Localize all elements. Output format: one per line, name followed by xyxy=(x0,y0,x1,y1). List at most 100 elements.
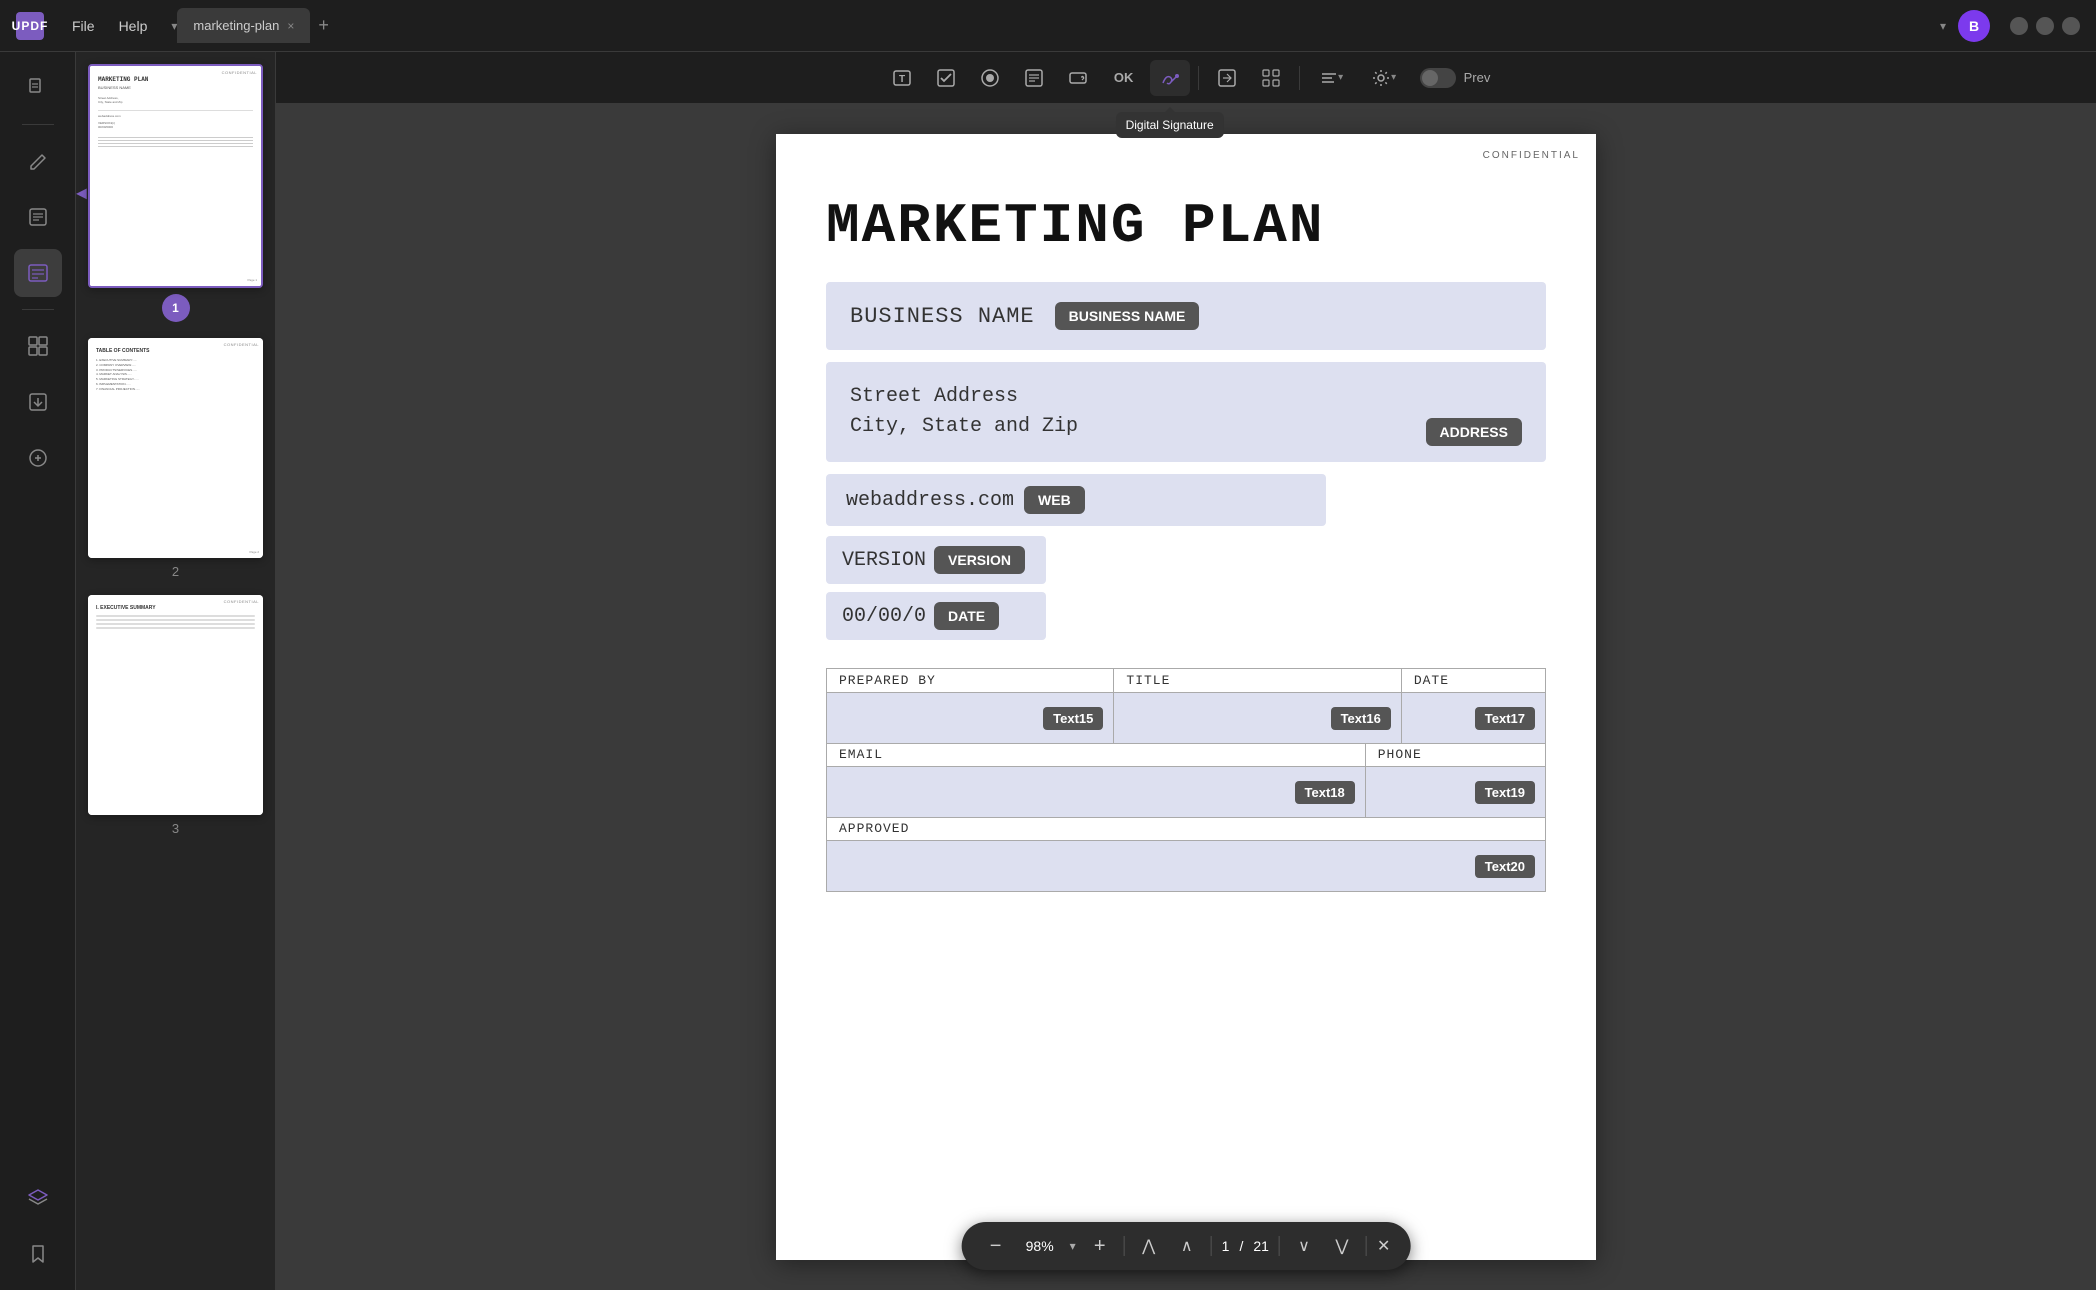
thumbnail-page-2[interactable]: CONFIDENTIAL TABLE OF CONTENTS 1. EXECUT… xyxy=(84,338,267,579)
zoom-out-button[interactable]: − xyxy=(982,1232,1010,1260)
tab-label: marketing-plan xyxy=(193,18,279,33)
sidebar-edit-icon[interactable] xyxy=(14,137,62,185)
nav-next-button[interactable]: ∨ xyxy=(1290,1232,1318,1260)
thumbnail-frame-1[interactable]: CONFIDENTIAL MARKETING PLAN BUSINESS NAM… xyxy=(88,64,263,288)
dropdown-tool-button[interactable] xyxy=(1058,60,1098,96)
zoom-in-button[interactable]: + xyxy=(1086,1232,1114,1260)
address-line2: City, State and Zip xyxy=(850,412,1078,442)
main-layout: ◀ CONFIDENTIAL MARKETING PLAN BUSINESS N… xyxy=(0,52,2096,1290)
email-body: Text18 xyxy=(827,767,1365,817)
sidebar-organize-icon[interactable] xyxy=(14,322,62,370)
ok-button-tool[interactable]: OK xyxy=(1102,60,1146,96)
signature-tool-button[interactable]: Digital Signature xyxy=(1150,60,1190,96)
thumbnail-page-3[interactable]: CONFIDENTIAL I. EXECUTIVE SUMMARY 3 xyxy=(84,595,267,836)
sidebar-extract-icon[interactable] xyxy=(14,378,62,426)
file-menu[interactable]: File xyxy=(72,18,95,34)
user-avatar[interactable]: B xyxy=(1958,10,1990,42)
title-bar: UPDF File Help ▾ marketing-plan × + ▾ B … xyxy=(0,0,2096,52)
sidebar-form-icon[interactable] xyxy=(14,249,62,297)
date-body: Text17 xyxy=(1402,693,1545,743)
text16-tag[interactable]: Text16 xyxy=(1331,707,1391,730)
version-box: VERSION VERSION xyxy=(826,536,1046,584)
grid-tool-button[interactable] xyxy=(1251,60,1291,96)
address-tag[interactable]: ADDRESS xyxy=(1426,418,1522,446)
help-menu[interactable]: Help xyxy=(119,18,148,34)
date-header: DATE xyxy=(1402,669,1545,693)
business-name-section: BUSINESS NAME BUSINESS NAME xyxy=(826,282,1546,350)
toolbar-area: T xyxy=(276,52,2096,1290)
settings-button[interactable]: ▾ xyxy=(1360,60,1408,96)
active-tab[interactable]: marketing-plan × xyxy=(177,8,310,43)
approved-col: APPROVED Text20 xyxy=(826,817,1546,892)
list-tool-button[interactable] xyxy=(1014,60,1054,96)
zoom-value: 98% xyxy=(1020,1238,1060,1254)
link-tool-button[interactable] xyxy=(1207,60,1247,96)
page-indicator: ◀ xyxy=(76,185,87,202)
nav-prev-button[interactable]: ∧ xyxy=(1173,1232,1201,1260)
prev-toggle-switch[interactable] xyxy=(1420,68,1456,88)
toolbar-divider-5 xyxy=(1279,1236,1280,1256)
version-text: VERSION xyxy=(842,549,926,572)
web-tag[interactable]: WEB xyxy=(1024,486,1085,514)
version-section: VERSION VERSION xyxy=(826,536,1546,584)
prepared-by-col: PREPARED BY Text15 xyxy=(826,668,1113,744)
toolbar-divider-6 xyxy=(1366,1236,1367,1256)
close-window-button[interactable]: ✕ xyxy=(2062,17,2080,35)
radio-tool-button[interactable] xyxy=(970,60,1010,96)
zoom-dropdown[interactable]: ▾ xyxy=(1070,1239,1076,1253)
tab-list-arrow[interactable]: ▾ xyxy=(1940,19,1946,33)
align-dropdown[interactable]: ▾ xyxy=(1308,60,1356,96)
sidebar-layers-icon[interactable] xyxy=(14,1174,62,1222)
prepared-by-body: Text15 xyxy=(827,693,1113,743)
sidebar-pages-icon[interactable] xyxy=(14,64,62,112)
page-number-1: 1 xyxy=(162,294,190,322)
thumbnail-frame-2[interactable]: CONFIDENTIAL TABLE OF CONTENTS 1. EXECUT… xyxy=(88,338,263,558)
prev-toggle[interactable]: Prev xyxy=(1420,68,1491,88)
updf-logo-icon: UPDF xyxy=(16,12,44,40)
thumb-confidential-1: CONFIDENTIAL xyxy=(222,70,257,75)
minimize-button[interactable]: — xyxy=(2010,17,2028,35)
approved-row: APPROVED Text20 xyxy=(826,817,1546,892)
nav-first-button[interactable]: ⋀ xyxy=(1135,1232,1163,1260)
thumbnail-page-1[interactable]: ◀ CONFIDENTIAL MARKETING PLAN BUSINESS N… xyxy=(84,64,267,322)
business-name-label: BUSINESS NAME xyxy=(850,304,1035,329)
date-tag[interactable]: DATE xyxy=(934,602,999,630)
text15-tag[interactable]: Text15 xyxy=(1043,707,1103,730)
window-controls: — □ ✕ xyxy=(2010,17,2080,35)
thumb-img-1: CONFIDENTIAL MARKETING PLAN BUSINESS NAM… xyxy=(90,66,261,286)
title-right-controls: ▾ B — □ ✕ xyxy=(1940,10,2080,42)
thumbnails-panel: ◀ CONFIDENTIAL MARKETING PLAN BUSINESS N… xyxy=(76,52,276,1290)
sidebar-more-icon[interactable] xyxy=(14,434,62,482)
maximize-button[interactable]: □ xyxy=(2036,17,2054,35)
new-tab-button[interactable]: + xyxy=(318,15,329,36)
close-bottom-toolbar[interactable]: ✕ xyxy=(1377,1236,1390,1256)
text17-tag[interactable]: Text17 xyxy=(1475,707,1535,730)
checkbox-tool-button[interactable] xyxy=(926,60,966,96)
prev-label: Prev xyxy=(1464,70,1491,85)
toolbar: T xyxy=(276,52,2096,104)
tab-close-button[interactable]: × xyxy=(287,19,294,33)
document-area: CONFIDENTIAL MARKETING PLAN BUSINESS NAM… xyxy=(276,104,2096,1290)
sidebar-bookmark-icon[interactable] xyxy=(14,1230,62,1278)
toolbar-divider-4 xyxy=(1211,1236,1212,1256)
bottom-toolbar: − 98% ▾ + ⋀ ∧ 1 / 21 ∨ ⋁ ✕ xyxy=(962,1222,1411,1270)
svg-text:T: T xyxy=(899,74,905,85)
text-tool-button[interactable]: T xyxy=(882,60,922,96)
app-logo: UPDF xyxy=(16,12,44,40)
sidebar-icons xyxy=(0,52,76,1290)
text18-tag[interactable]: Text18 xyxy=(1295,781,1355,804)
thumbnail-frame-3[interactable]: CONFIDENTIAL I. EXECUTIVE SUMMARY xyxy=(88,595,263,815)
web-text: webaddress.com xyxy=(846,489,1014,512)
title-header: TITLE xyxy=(1114,669,1400,693)
page-total: 21 xyxy=(1253,1238,1269,1254)
text19-tag[interactable]: Text19 xyxy=(1475,781,1535,804)
business-name-tag[interactable]: BUSINESS NAME xyxy=(1055,302,1200,330)
version-tag[interactable]: VERSION xyxy=(934,546,1025,574)
text20-tag[interactable]: Text20 xyxy=(1475,855,1535,878)
title-col: TITLE Text16 xyxy=(1113,668,1400,744)
nav-last-button[interactable]: ⋁ xyxy=(1328,1232,1356,1260)
toolbar-divider-3 xyxy=(1124,1236,1125,1256)
sidebar-annotate-icon[interactable] xyxy=(14,193,62,241)
phone-body: Text19 xyxy=(1366,767,1545,817)
page-main-title: MARKETING PLAN xyxy=(826,194,1546,258)
